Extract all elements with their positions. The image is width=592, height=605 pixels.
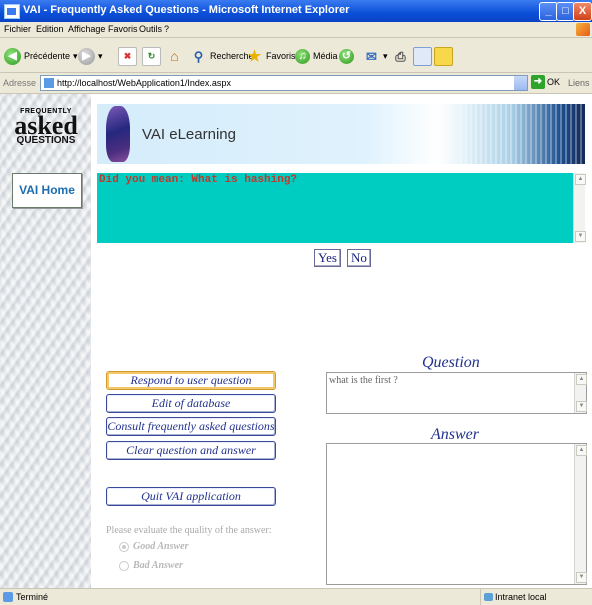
close-button[interactable]: X [573, 2, 592, 21]
scroll-down-icon[interactable]: ▼ [575, 231, 586, 242]
toolbar: ◀ Précédente ▾ ▶ ▾ ✖ ↻ ⌂ ⚲ Rechercher ★ … [0, 38, 592, 73]
scroll-up-icon[interactable]: ▲ [576, 374, 587, 385]
question-scrollbar[interactable]: ▲ ▼ [574, 373, 587, 413]
refresh-button[interactable]: ↻ [142, 46, 161, 66]
menu-bar: Fichier Edition Affichage Favoris Outils… [0, 22, 592, 38]
question-textarea[interactable]: what is the first ? ▲ ▼ [326, 372, 587, 414]
answer-heading: Answer [431, 426, 479, 443]
banner-stripes [460, 104, 585, 164]
address-label: Adresse [3, 78, 37, 88]
edit-icon [413, 46, 432, 66]
good-answer-label: Good Answer [133, 541, 189, 552]
scroll-up-icon[interactable]: ▲ [575, 174, 586, 185]
head-silhouette-icon [106, 106, 130, 162]
print-button[interactable]: ⎙ [392, 46, 409, 66]
go-arrow-icon: ➜ [531, 75, 545, 89]
suggestion-scrollbar[interactable]: ▲ ▼ [573, 173, 586, 243]
favorites-button[interactable]: ★ Favoris [246, 46, 296, 66]
star-icon: ★ [247, 47, 262, 65]
suggestion-textarea[interactable]: Did you mean: What is hashing? ▲ ▼ [97, 173, 586, 243]
respond-button[interactable]: Respond to user question [106, 371, 276, 390]
radio-unselected-icon [119, 560, 129, 571]
status-text: Terminé [16, 592, 49, 602]
forward-button[interactable]: ▶ ▾ [78, 46, 103, 66]
quit-button[interactable]: Quit VAI application [106, 487, 276, 506]
faq-logo-line3: QUESTIONS [16, 135, 76, 146]
go-label: OK [547, 77, 561, 87]
radio-selected-icon [119, 541, 129, 552]
media-label: Média [313, 51, 338, 61]
faq-logo: FREQUENTLY asked QUESTIONS [10, 108, 82, 148]
edit-page-button[interactable] [413, 46, 432, 66]
home-toolbar-button[interactable]: ⌂ [166, 46, 183, 66]
scroll-down-icon[interactable]: ▼ [576, 572, 587, 583]
evaluation-prompt: Please evaluate the quality of the answe… [106, 525, 272, 536]
stop-button[interactable]: ✖ [118, 46, 137, 66]
menu-item-help[interactable]: ? [164, 24, 169, 34]
menu-item-outils[interactable]: Outils [139, 24, 162, 34]
bad-answer-label: Bad Answer [133, 560, 183, 571]
menu-item-edition[interactable]: Edition [36, 24, 64, 34]
address-bar: Adresse http://localhost/WebApplication1… [0, 73, 592, 94]
good-answer-radio[interactable]: Good Answer [119, 541, 188, 552]
security-zone: Intranet local [480, 589, 547, 605]
consult-faq-button[interactable]: Consult frequently asked questions [106, 417, 276, 436]
back-arrow-icon: ◀ [4, 47, 21, 65]
question-heading: Question [422, 354, 480, 371]
menu-item-favoris[interactable]: Favoris [108, 24, 138, 34]
menu-item-fichier[interactable]: Fichier [4, 24, 31, 34]
ie-page-icon [4, 4, 20, 19]
page-content: FREQUENTLY asked QUESTIONS VAI Home VAI … [0, 94, 592, 588]
back-label: Précédente [24, 51, 71, 61]
left-decorative-strip [0, 94, 91, 588]
address-input[interactable]: http://localhost/WebApplication1/Index.a… [40, 75, 528, 91]
history-icon: ↺ [339, 48, 354, 64]
no-button[interactable]: No [347, 249, 371, 267]
dropdown-arrow-icon: ▾ [383, 50, 388, 61]
question-value: what is the first ? [329, 375, 398, 386]
search-icon: ⚲ [193, 48, 204, 64]
media-button[interactable]: ♫ Média [295, 46, 338, 66]
suggestion-text: Did you mean: What is hashing? [99, 174, 298, 186]
stop-icon: ✖ [118, 46, 137, 66]
notes-button[interactable] [434, 46, 453, 66]
mail-button[interactable]: ✉ ▾ [363, 46, 388, 66]
page-icon [44, 78, 54, 88]
address-dropdown-icon[interactable] [514, 76, 527, 90]
title-bar: VAI - Frequently Asked Questions - Micro… [0, 0, 592, 22]
links-label[interactable]: Liens [568, 78, 590, 88]
scroll-up-icon[interactable]: ▲ [576, 445, 587, 456]
yes-button[interactable]: Yes [314, 249, 341, 267]
banner-title: VAI eLearning [142, 126, 236, 143]
home-icon: ⌂ [170, 47, 179, 64]
mail-icon: ✉ [366, 48, 377, 64]
menu-item-affichage[interactable]: Affichage [68, 24, 105, 34]
answer-scrollbar[interactable]: ▲ ▼ [574, 444, 587, 584]
address-url: http://localhost/WebApplication1/Index.a… [57, 78, 231, 88]
dropdown-arrow-icon: ▾ [73, 50, 78, 61]
bad-answer-radio[interactable]: Bad Answer [119, 560, 183, 571]
dropdown-arrow-icon: ▾ [98, 50, 103, 61]
vai-elearning-banner: VAI eLearning [97, 104, 585, 164]
refresh-icon: ↻ [142, 46, 161, 66]
status-bar: Terminé Intranet local [0, 588, 592, 605]
vai-home-button[interactable]: VAI Home [12, 173, 82, 208]
clear-button[interactable]: Clear question and answer [106, 441, 276, 460]
print-icon: ⎙ [395, 48, 406, 64]
favorites-label: Favoris [266, 51, 296, 61]
forward-arrow-icon: ▶ [78, 47, 95, 65]
page-loaded-icon [3, 592, 13, 602]
window-title: VAI - Frequently Asked Questions - Micro… [23, 4, 350, 16]
notes-icon [434, 46, 453, 66]
edit-database-button[interactable]: Edit of database [106, 394, 276, 413]
history-button[interactable]: ↺ [339, 46, 354, 66]
go-button[interactable]: ➜ OK [531, 75, 560, 89]
answer-textarea[interactable]: ▲ ▼ [326, 443, 587, 585]
back-button[interactable]: ◀ Précédente ▾ [4, 46, 78, 66]
media-icon: ♫ [295, 48, 310, 64]
scroll-down-icon[interactable]: ▼ [576, 401, 587, 412]
windows-logo-icon [576, 23, 590, 36]
